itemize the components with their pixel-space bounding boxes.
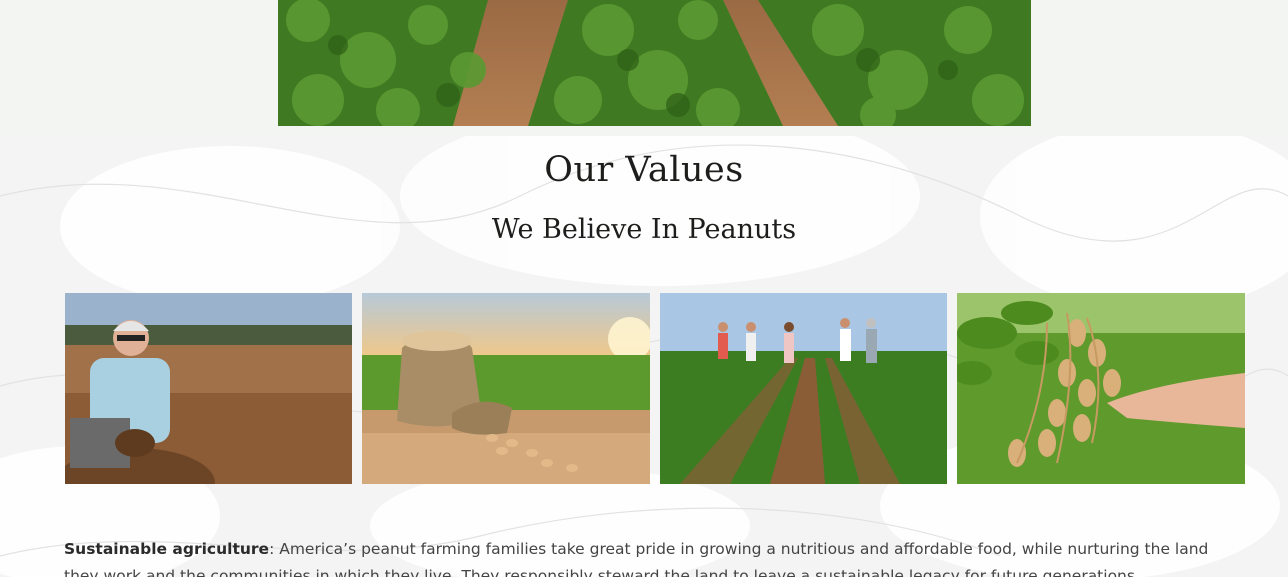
section-subheading: We Believe In Peanuts xyxy=(491,214,797,245)
section-heading: Our Values xyxy=(544,150,744,190)
hero-field-image xyxy=(278,0,1031,126)
farmer-inspecting-peanuts-photo xyxy=(65,293,352,484)
value-sustainable-agriculture: Sustainable agriculture: America’s peanu… xyxy=(64,536,1234,577)
burlap-sack-peanuts-photo xyxy=(362,293,650,484)
values-section: Our Values We Believe In Peanuts Sustain… xyxy=(0,136,1288,577)
hand-holding-peanut-plant-photo xyxy=(957,293,1245,484)
family-walking-peanut-field-photo xyxy=(660,293,947,484)
value-title: Sustainable agriculture xyxy=(64,540,270,558)
